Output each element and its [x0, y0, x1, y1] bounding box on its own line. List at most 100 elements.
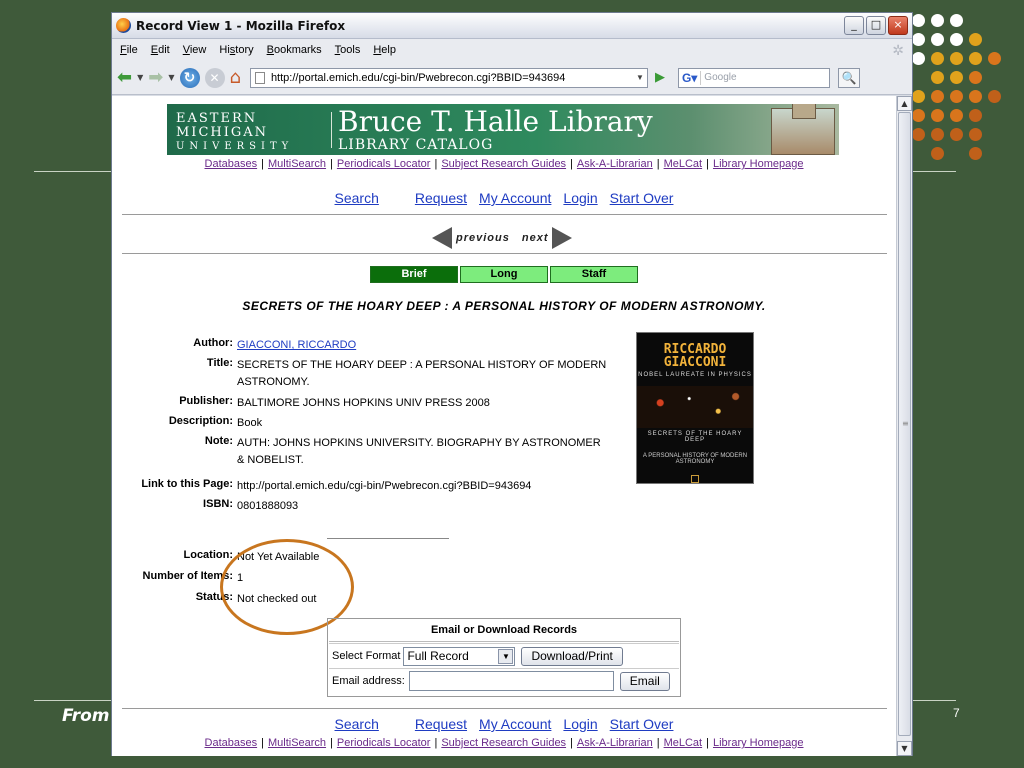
nav-link-search[interactable]: Search: [335, 190, 379, 206]
author-link[interactable]: GIACCONI, RICCARDO: [237, 339, 356, 351]
note-label: Note:: [204, 435, 233, 447]
tab-brief[interactable]: Brief: [370, 266, 458, 283]
resource-link-periodicals-locator[interactable]: Periodicals Locator: [337, 158, 431, 170]
resource-link-subject-research-guides[interactable]: Subject Research Guides: [441, 158, 566, 170]
nav-link-request[interactable]: Request: [415, 190, 467, 206]
nav-link-request[interactable]: Request: [415, 716, 467, 732]
forward-history-dropdown[interactable]: ▼: [168, 73, 174, 82]
vertical-scrollbar[interactable]: ▲ ≡ ▼: [896, 96, 912, 756]
previous-link[interactable]: previous: [456, 232, 510, 244]
resource-link-databases[interactable]: Databases: [205, 158, 258, 170]
slide-rule-top-right: [912, 171, 956, 172]
menu-item-6[interactable]: Help: [373, 44, 396, 56]
slide-rule-top: [34, 171, 114, 172]
author-label: Author:: [193, 337, 233, 349]
format-select[interactable]: Full Record ▼: [403, 646, 516, 666]
link-separator: |: [261, 737, 264, 749]
back-history-dropdown[interactable]: ▼: [137, 73, 143, 82]
top-resource-links: Databases | MultiSearch | Periodicals Locato…: [112, 158, 896, 170]
menu-item-1[interactable]: Edit: [151, 44, 170, 56]
email-button[interactable]: Email: [619, 671, 670, 691]
decorative-dot: [950, 33, 963, 46]
minimize-button[interactable]: _: [844, 16, 864, 35]
resource-link-melcat[interactable]: MeLCat: [664, 737, 703, 749]
cover-book-subtitle: A PERSONAL HISTORY OF MODERN ASTRONOMY: [642, 453, 748, 465]
decorative-dot: [950, 128, 963, 141]
firefox-logo-icon: [116, 18, 131, 33]
stop-button[interactable]: ✕: [204, 67, 225, 88]
tab-long[interactable]: Long: [460, 266, 548, 283]
library-banner[interactable]: EASTERN MICHIGAN UNIVERSITY Bruce T. Hal…: [167, 104, 839, 155]
close-button[interactable]: ×: [888, 16, 908, 35]
book-cover-image: RICCARDO GIACCONI NOBEL LAUREATE IN PHYS…: [636, 332, 754, 484]
next-arrow-icon[interactable]: [552, 227, 573, 249]
catalog-name: LIBRARY CATALOG: [338, 136, 494, 153]
resource-link-library-homepage[interactable]: Library Homepage: [713, 737, 804, 749]
link-separator: |: [261, 158, 264, 170]
nav-link-search[interactable]: Search: [335, 716, 379, 732]
download-print-button[interactable]: Download/Print: [521, 646, 623, 666]
scroll-down-button[interactable]: ▼: [897, 741, 912, 756]
slide-rule-bottom: [34, 700, 114, 701]
next-link[interactable]: next: [522, 232, 549, 244]
maximize-button[interactable]: □: [866, 16, 886, 35]
resource-link-databases[interactable]: Databases: [205, 737, 258, 749]
browser-window: Record View 1 - Mozilla Firefox _ □ × Fi…: [111, 12, 913, 756]
link-separator: |: [570, 158, 573, 170]
url-dropdown-icon[interactable]: ▼: [633, 73, 647, 82]
resource-link-multisearch[interactable]: MultiSearch: [268, 737, 326, 749]
menu-item-3[interactable]: History: [219, 44, 253, 56]
go-button[interactable]: ▶: [655, 70, 665, 85]
nav-link-login[interactable]: Login: [563, 190, 597, 206]
email-field[interactable]: [408, 671, 614, 691]
decorative-dot: [931, 33, 944, 46]
chevron-down-icon[interactable]: ▼: [498, 648, 514, 664]
nav-link-login[interactable]: Login: [563, 716, 597, 732]
menu-item-2[interactable]: View: [183, 44, 207, 56]
back-button[interactable]: ⬅: [117, 67, 132, 88]
title-bar[interactable]: Record View 1 - Mozilla Firefox _ □ ×: [112, 13, 912, 39]
cover-publisher-mark: [691, 475, 699, 483]
menu-item-5[interactable]: Tools: [335, 44, 361, 56]
link-separator: |: [434, 737, 438, 749]
resource-link-periodicals-locator[interactable]: Periodicals Locator: [337, 737, 431, 749]
cover-subtitle: NOBEL LAUREATE IN PHYSICS: [638, 372, 752, 378]
nav-link-start-over[interactable]: Start Over: [610, 190, 674, 206]
decorative-dot: [950, 109, 963, 122]
slide-rule-bottom-right: [912, 700, 956, 701]
resource-link-subject-research-guides[interactable]: Subject Research Guides: [441, 737, 566, 749]
resource-link-ask-a-librarian[interactable]: Ask-A-Librarian: [577, 737, 653, 749]
search-placeholder: Google: [704, 72, 737, 83]
menu-item-4[interactable]: Bookmarks: [267, 44, 322, 56]
forward-button[interactable]: ➡: [148, 67, 163, 88]
decorative-dot: [969, 71, 982, 84]
nav-link-my-account[interactable]: My Account: [479, 190, 551, 206]
resource-link-melcat[interactable]: MeLCat: [664, 158, 703, 170]
search-box[interactable]: G▾ Google: [677, 67, 830, 88]
navigation-toolbar: ⬅ ▼ ➡ ▼ ↻ ✕ ⌂ http://portal.emich.edu/cg…: [112, 61, 912, 95]
resource-link-multisearch[interactable]: MultiSearch: [268, 158, 326, 170]
previous-arrow-icon[interactable]: [432, 227, 452, 249]
slide-footer-text: From: [62, 706, 110, 726]
menu-item-0[interactable]: File: [120, 44, 138, 56]
decorative-dot: [931, 147, 944, 160]
nav-link-my-account[interactable]: My Account: [479, 716, 551, 732]
address-bar[interactable]: http://portal.emich.edu/cgi-bin/Pwebreco…: [249, 67, 648, 88]
scroll-thumb[interactable]: ≡: [898, 112, 911, 736]
format-label: Select Format: [332, 650, 401, 662]
nav-link-start-over[interactable]: Start Over: [610, 716, 674, 732]
home-button[interactable]: ⌂: [230, 67, 241, 88]
resource-link-library-homepage[interactable]: Library Homepage: [713, 158, 804, 170]
tab-staff[interactable]: Staff: [550, 266, 638, 283]
decorative-dot: [912, 14, 925, 27]
url-text[interactable]: http://portal.emich.edu/cgi-bin/Pwebreco…: [271, 72, 633, 84]
resource-link-ask-a-librarian[interactable]: Ask-A-Librarian: [577, 158, 653, 170]
email-panel-heading: Email or Download Records: [329, 620, 679, 642]
search-button-icon[interactable]: 🔍: [837, 67, 860, 88]
reload-button[interactable]: ↻: [179, 67, 200, 88]
google-engine-icon[interactable]: G▾: [679, 70, 702, 85]
email-download-panel: Email or Download Records Select Format …: [327, 618, 681, 697]
scroll-up-button[interactable]: ▲: [897, 96, 912, 111]
title-label: Title:: [206, 357, 233, 369]
bottom-resource-links: Databases | MultiSearch | Periodicals Locato…: [112, 737, 896, 749]
